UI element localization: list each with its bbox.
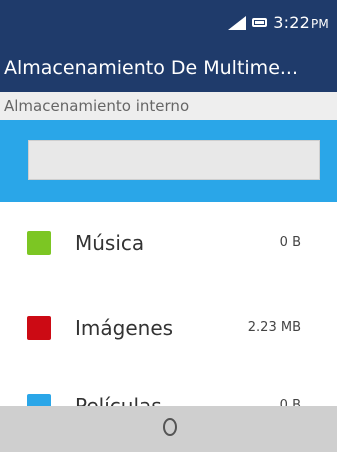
signal-icon — [228, 16, 247, 30]
home-icon[interactable] — [163, 418, 177, 436]
storage-usage-band — [0, 120, 337, 202]
list-item-label: Imágenes — [75, 316, 174, 340]
music-color-swatch — [27, 231, 51, 255]
list-item-label: Música — [75, 231, 145, 255]
status-clock: 3:22PM — [273, 13, 329, 32]
clock-time: 3:22 — [273, 12, 310, 32]
status-bar: 3:22PM — [0, 0, 337, 44]
battery-icon — [252, 18, 268, 27]
list-item-images[interactable]: Imágenes 2.23 MB — [0, 303, 337, 353]
list-item-size: 2.23 MB — [247, 320, 301, 335]
navigation-bar — [0, 406, 337, 452]
clock-ampm: PM — [311, 16, 329, 31]
list-item-music[interactable]: Música 0 B — [0, 218, 337, 268]
page-title: Almacenamiento De Multime... — [0, 44, 337, 92]
list-item-size: 0 B — [279, 235, 301, 250]
section-header-internal-storage: Almacenamiento interno — [0, 92, 337, 120]
storage-usage-bar — [28, 140, 320, 180]
images-color-swatch — [27, 316, 51, 340]
